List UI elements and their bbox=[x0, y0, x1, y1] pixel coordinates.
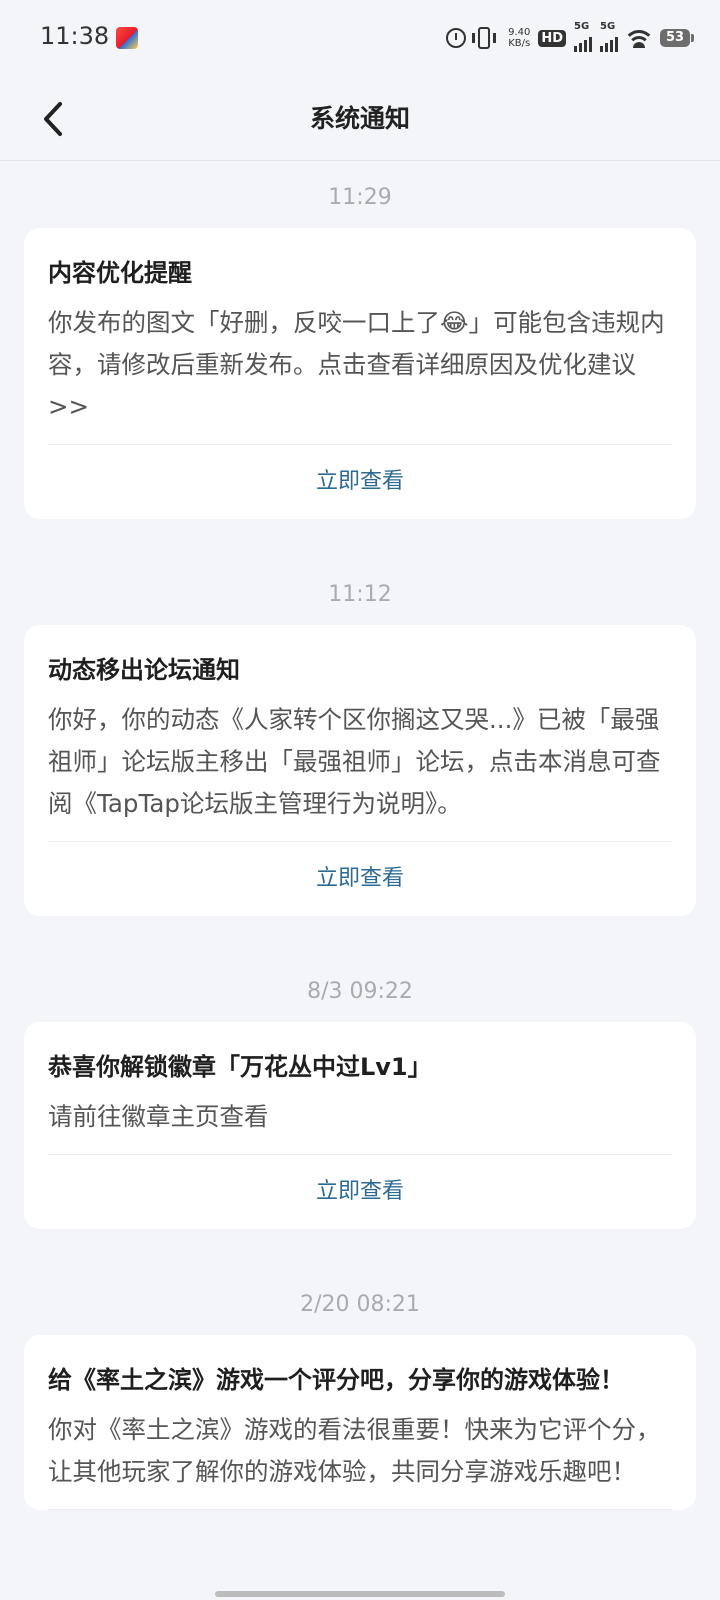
notification-time: 2/20 08:21 bbox=[300, 1292, 420, 1317]
top-nav-bar: 系统通知 bbox=[0, 78, 720, 161]
notification-time: 11:29 bbox=[328, 185, 392, 210]
notification-group: 2/20 08:21 给《率土之滨》游戏一个评分吧，分享你的游戏体验！ 你对《率… bbox=[0, 1293, 720, 1510]
notification-body: 你对《率土之滨》游戏的看法很重要！快来为它评个分，让其他玩家了解你的游戏体验，共… bbox=[48, 1409, 672, 1510]
notification-card[interactable]: 动态移出论坛通知 你好，你的动态《人家转个区你搁这又哭...》已被「最强祖师」论… bbox=[24, 625, 696, 916]
network-speed-unit: KB/s bbox=[508, 38, 531, 49]
notification-card[interactable]: 恭喜你解锁徽章「万花丛中过Lv1」 请前往徽章主页查看 立即查看 bbox=[24, 1022, 696, 1229]
notification-group: 11:12 动态移出论坛通知 你好，你的动态《人家转个区你搁这又哭...》已被「… bbox=[0, 583, 720, 916]
notification-body: 请前往徽章主页查看 bbox=[48, 1096, 672, 1155]
notification-title: 给《率土之滨》游戏一个评分吧，分享你的游戏体验！ bbox=[48, 1366, 624, 1394]
notification-time: 8/3 09:22 bbox=[307, 979, 413, 1004]
app-notification-icon bbox=[116, 27, 138, 49]
view-now-button[interactable]: 立即查看 bbox=[48, 842, 672, 916]
hd-voice-icon: HD bbox=[538, 29, 566, 47]
status-icons: 9.40 KB/s HD 5G 5G 53 bbox=[446, 21, 694, 52]
back-button[interactable] bbox=[34, 92, 74, 146]
notification-body: 你好，你的动态《人家转个区你搁这又哭...》已被「最强祖师」论坛版主移出「最强祖… bbox=[48, 699, 672, 842]
notification-title: 恭喜你解锁徽章「万花丛中过Lv1」 bbox=[48, 1053, 432, 1081]
vibrate-icon bbox=[472, 27, 497, 49]
network-speed-value: 9.40 bbox=[508, 27, 531, 38]
alarm-icon bbox=[446, 28, 467, 48]
view-now-button[interactable]: 立即查看 bbox=[48, 445, 672, 519]
signal-icon-sim1: 5G bbox=[574, 21, 592, 52]
status-bar: 11:38 9.40 KB/s HD 5G 5G 53 bbox=[0, 0, 720, 78]
notification-group: 8/3 09:22 恭喜你解锁徽章「万花丛中过Lv1」 请前往徽章主页查看 立即… bbox=[0, 980, 720, 1229]
page-title: 系统通知 bbox=[309, 104, 410, 133]
home-indicator[interactable] bbox=[215, 1591, 505, 1597]
back-arrow-icon bbox=[44, 102, 62, 136]
notification-list[interactable]: 11:29 内容优化提醒 你发布的图文「好删，反咬一口上了😂」可能包含违规内容，… bbox=[0, 160, 720, 1600]
sim1-network-label: 5G bbox=[574, 21, 590, 32]
battery-icon: 53 bbox=[660, 29, 694, 47]
notification-card[interactable]: 内容优化提醒 你发布的图文「好删，反咬一口上了😂」可能包含违规内容，请修改后重新… bbox=[24, 228, 696, 519]
notification-card[interactable]: 给《率土之滨》游戏一个评分吧，分享你的游戏体验！ 你对《率土之滨》游戏的看法很重… bbox=[24, 1335, 696, 1510]
view-now-button[interactable]: 立即查看 bbox=[48, 1155, 672, 1229]
notification-time: 11:12 bbox=[328, 582, 392, 607]
notification-title: 动态移出论坛通知 bbox=[48, 656, 240, 684]
signal-icon-sim2: 5G bbox=[600, 21, 618, 52]
notification-title: 内容优化提醒 bbox=[48, 259, 192, 287]
notification-group: 11:29 内容优化提醒 你发布的图文「好删，反咬一口上了😂」可能包含违规内容，… bbox=[0, 186, 720, 519]
status-time: 11:38 bbox=[40, 22, 110, 50]
network-speed: 9.40 KB/s bbox=[508, 27, 530, 49]
sim2-network-label: 5G bbox=[600, 21, 616, 32]
notification-body: 你发布的图文「好删，反咬一口上了😂」可能包含违规内容，请修改后重新发布。点击查看… bbox=[48, 302, 672, 445]
wifi-icon bbox=[626, 28, 652, 48]
